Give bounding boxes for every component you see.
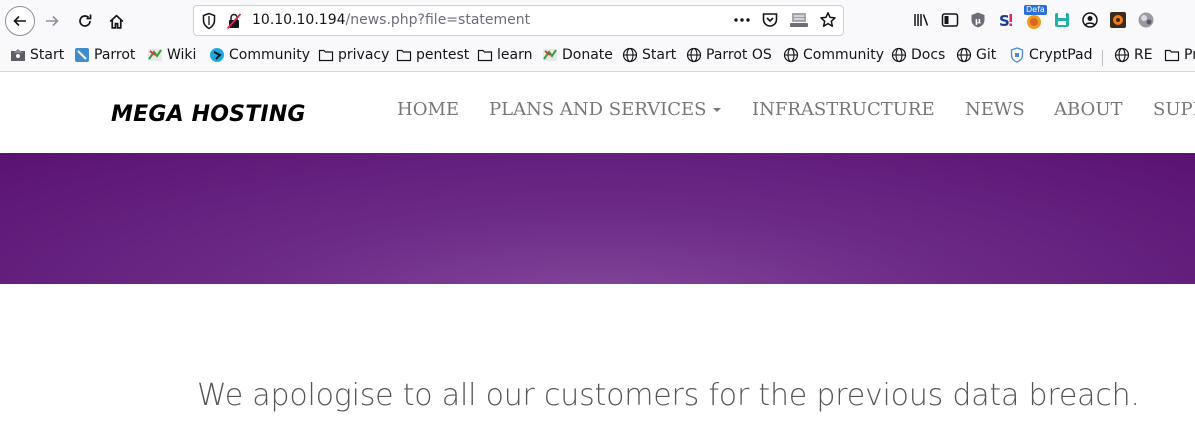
- bookmark-label: Pr: [1184, 47, 1195, 63]
- nav-home[interactable]: HOME: [397, 99, 459, 120]
- bookmark-label: Start: [642, 47, 677, 63]
- hero-banner: [0, 153, 1195, 284]
- url-text[interactable]: 10.10.10.194/news.php?file=statement: [252, 12, 530, 28]
- folder-icon: [318, 49, 334, 62]
- bookmark-re[interactable]: RE: [1114, 47, 1153, 63]
- bookmark-git[interactable]: Git: [956, 47, 996, 63]
- globe-icon: [783, 47, 799, 63]
- wappalyzer-icon[interactable]: [1136, 9, 1156, 31]
- svg-text:S: S: [999, 12, 1010, 29]
- bookmark-star-icon[interactable]: [819, 11, 837, 29]
- svg-text:µ: µ: [975, 17, 981, 26]
- bookmark-donate[interactable]: Donate: [542, 47, 613, 63]
- bookmark-label: Start: [30, 47, 65, 63]
- ublock-icon[interactable]: µ: [968, 9, 988, 31]
- pocket-icon[interactable]: [761, 11, 779, 29]
- nav-news[interactable]: NEWS: [965, 99, 1025, 120]
- sidebar-icon[interactable]: [940, 9, 960, 31]
- bookmark-label: learn: [497, 47, 533, 63]
- bookmark-community-globe[interactable]: Community: [783, 47, 884, 63]
- bookmark-label: Parrot: [94, 47, 136, 63]
- bookmark-label: Git: [976, 47, 997, 63]
- reload-icon: [79, 14, 92, 27]
- bookmark-folder-learn[interactable]: learn: [477, 47, 532, 63]
- nav-plans-and-services[interactable]: PLANS AND SERVICES: [489, 99, 721, 120]
- extension-badge: Defa: [1024, 5, 1047, 15]
- reader-view-icon[interactable]: [789, 11, 809, 29]
- home-button[interactable]: [101, 6, 131, 36]
- nav-support[interactable]: SUPPORT: [1153, 99, 1195, 120]
- page-headline: We apologise to all our customers for th…: [197, 378, 1140, 413]
- burp-icon[interactable]: [1108, 9, 1128, 31]
- page-actions-icon[interactable]: [733, 17, 751, 23]
- bookmark-label: Docs: [911, 47, 946, 63]
- bookmark-label: Community: [229, 47, 311, 63]
- globe-icon: [622, 47, 638, 63]
- bookmark-folder-pr[interactable]: Pr: [1164, 47, 1195, 63]
- bookmark-label: RE: [1134, 47, 1153, 63]
- bookmark-parrot[interactable]: Parrot: [74, 47, 135, 63]
- url-bar[interactable]: 10.10.10.194/news.php?file=statement: [193, 5, 844, 36]
- insecure-lock-icon[interactable]: [226, 12, 242, 34]
- bookmark-wiki[interactable]: Wiki: [147, 47, 196, 63]
- bookmark-label: CryptPad: [1029, 47, 1093, 63]
- bookmark-start-globe[interactable]: Start: [622, 47, 676, 63]
- folder-icon: [477, 49, 493, 62]
- tracking-shield-icon[interactable]: [201, 12, 217, 34]
- browser-toolbar: 10.10.10.194/news.php?file=statement µ S…: [0, 0, 1195, 42]
- bookmark-folder-pentest[interactable]: pentest: [396, 47, 469, 63]
- bookmark-cryptpad[interactable]: CryptPad: [1009, 47, 1092, 63]
- bookmark-parrot-os[interactable]: Parrot OS: [686, 47, 772, 63]
- forward-button[interactable]: [37, 6, 67, 36]
- bookmark-label: Parrot OS: [706, 47, 772, 63]
- site-navbar: MEGA HOSTING HOME PLANS AND SERVICES INF…: [0, 72, 1195, 153]
- globe-icon: [956, 47, 972, 63]
- globe-icon: [686, 47, 702, 63]
- bookmark-label: Wiki: [167, 47, 197, 63]
- nav-plans-label: PLANS AND SERVICES: [489, 99, 707, 120]
- url-host: 10.10.10.194: [252, 12, 346, 28]
- account-icon[interactable]: [1080, 9, 1100, 31]
- bookmark-docs[interactable]: Docs: [891, 47, 945, 63]
- arrow-left-icon: [13, 15, 26, 27]
- reload-button[interactable]: [70, 6, 100, 36]
- nav-infrastructure[interactable]: INFRASTRUCTURE: [752, 99, 935, 120]
- parrot-icon: [75, 48, 89, 62]
- bookmark-start[interactable]: Start: [10, 47, 64, 63]
- start-icon: [11, 49, 25, 61]
- folder-icon: [396, 49, 412, 62]
- stylus-icon[interactable]: S: [996, 9, 1016, 31]
- bookmarks-bar: Start Parrot Wiki Community privacy pent…: [0, 42, 1195, 72]
- save-icon[interactable]: [1052, 9, 1072, 31]
- community-icon: [210, 48, 224, 62]
- bookmark-label: Donate: [562, 47, 613, 63]
- bookmark-label: pentest: [416, 47, 470, 63]
- bookmark-label: Community: [803, 47, 885, 63]
- nav-about[interactable]: ABOUT: [1054, 99, 1123, 120]
- caret-down-icon: [712, 108, 721, 112]
- globe-icon: [891, 47, 907, 63]
- bookmark-community[interactable]: Community: [209, 47, 310, 63]
- useragent-switcher-icon[interactable]: Defa: [1024, 5, 1047, 31]
- arrow-right-icon: [46, 15, 59, 27]
- bookmarks-separator: [1102, 50, 1103, 66]
- url-path: /news.php?file=statement: [345, 12, 531, 28]
- cryptpad-icon: [1010, 47, 1024, 63]
- folder-icon: [1164, 49, 1180, 62]
- wiki-icon: [148, 49, 162, 61]
- bookmark-folder-privacy[interactable]: privacy: [318, 47, 389, 63]
- bookmark-label: privacy: [338, 47, 390, 63]
- donate-icon: [543, 49, 557, 61]
- home-icon: [109, 14, 123, 29]
- back-button[interactable]: [5, 6, 35, 36]
- library-icon[interactable]: [912, 9, 932, 31]
- site-logo[interactable]: MEGA HOSTING: [111, 102, 306, 127]
- globe-icon: [1114, 47, 1130, 63]
